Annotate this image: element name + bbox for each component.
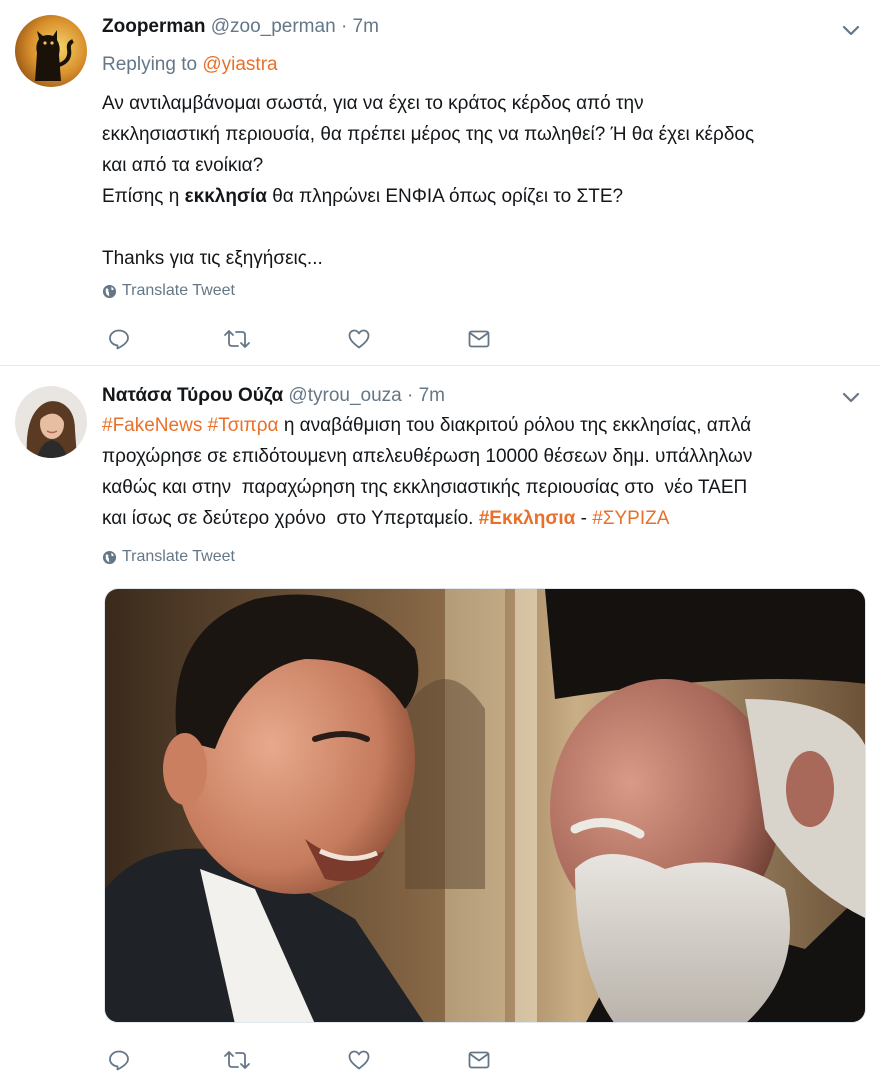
timestamp[interactable]: 7m xyxy=(419,385,445,406)
hashtag-link[interactable]: #ΣΥΡΙΖΑ xyxy=(592,508,669,529)
direct-message-icon xyxy=(468,330,490,348)
author-name[interactable]: Zooperman xyxy=(102,16,205,37)
globe-icon xyxy=(102,284,117,298)
photo-two-men xyxy=(105,589,865,1022)
tweet-header: Zooperman @zoo_perman · 7m xyxy=(102,16,379,38)
tweet-text-line: Αν αντιλαμβάνομαι σωστά, για να έχει το … xyxy=(102,93,644,114)
tweet-photo[interactable] xyxy=(104,588,866,1023)
retweet-button[interactable] xyxy=(223,325,251,353)
replying-to: Replying to @yiastra xyxy=(102,54,278,76)
like-button[interactable] xyxy=(345,325,373,353)
retweet-icon xyxy=(224,1051,250,1069)
tweet-text: Αν αντιλαμβάνομαι σωστά, για να έχει το … xyxy=(102,88,862,274)
tweet-actions xyxy=(105,1046,505,1074)
separator: · xyxy=(407,385,414,406)
hashtag-link[interactable]: #FakeNews xyxy=(102,415,202,436)
tweet-text-line: και από τα ενοίκια? xyxy=(102,155,264,176)
timestamp[interactable]: 7m xyxy=(353,16,379,37)
text-segment: - xyxy=(575,508,593,529)
like-icon xyxy=(348,1050,370,1070)
direct-message-button[interactable] xyxy=(465,1046,493,1074)
author-name[interactable]: Νατάσα Τύρου Ούζα xyxy=(102,385,283,406)
tweet-text-line: καθώς και στην παραχώρηση της εκκλησιαστ… xyxy=(102,477,748,498)
author-handle[interactable]: @tyrou_ouza xyxy=(288,385,401,406)
tweet-text-line: Thanks για τις εξηγήσεις... xyxy=(102,248,323,269)
text-segment: και ίσως σε δεύτερο χρόνο στο Υπερταμείο… xyxy=(102,508,479,529)
translate-label: Translate Tweet xyxy=(122,282,235,299)
avatar-cat-icon xyxy=(15,15,87,87)
replying-prefix: Replying to xyxy=(102,54,198,75)
text-segment: θα πληρώνει ΕΝΦΙΑ όπως ορίζει το ΣΤΕ? xyxy=(266,186,624,207)
hashtag-link[interactable]: #Τσιπρα xyxy=(208,415,279,436)
tweet-text-line: εκκλησιαστική περιουσία, θα πρέπει μέρος… xyxy=(102,124,755,145)
highlighted-keyword: εκκλησία xyxy=(184,186,267,207)
tweet-actions xyxy=(105,325,505,353)
text-segment: η αναβάθμιση του διακριτού ρόλου της εκκ… xyxy=(278,415,752,436)
separator: · xyxy=(340,16,348,37)
tweet-text: #FakeNews #Τσιπρα η αναβάθμιση του διακρ… xyxy=(102,410,862,534)
tweet-text-line: προχώρησε σε επιδότουμενη απελευθέρωση 1… xyxy=(102,446,753,467)
translate-tweet-link[interactable]: Translate Tweet xyxy=(102,548,235,566)
reply-button[interactable] xyxy=(105,325,133,353)
reply-icon xyxy=(109,329,129,350)
tweet-text-line: Επίσης η εκκλησία θα πληρώνει ΕΝΦΙΑ όπως… xyxy=(102,181,862,212)
tweet[interactable]: Zooperman @zoo_perman · 7m Replying to @… xyxy=(0,0,880,366)
chevron-down-icon[interactable] xyxy=(838,18,864,44)
like-button[interactable] xyxy=(345,1046,373,1074)
reply-icon xyxy=(109,1050,129,1071)
retweet-icon xyxy=(224,330,250,348)
author-handle[interactable]: @zoo_perman xyxy=(211,16,336,37)
reply-button[interactable] xyxy=(105,1046,133,1074)
tweet-text-line: και ίσως σε δεύτερο χρόνο στο Υπερταμείο… xyxy=(102,503,862,534)
retweet-button[interactable] xyxy=(223,1046,251,1074)
chevron-down-icon[interactable] xyxy=(838,385,864,411)
mention-link[interactable]: @yiastra xyxy=(202,54,277,75)
avatar[interactable] xyxy=(15,15,87,87)
direct-message-icon xyxy=(468,1051,490,1069)
avatar[interactable] xyxy=(15,386,87,458)
translate-label: Translate Tweet xyxy=(122,548,235,565)
tweet-text-line: #FakeNews #Τσιπρα η αναβάθμιση του διακρ… xyxy=(102,410,862,441)
avatar-portrait-icon xyxy=(15,386,87,458)
translate-tweet-link[interactable]: Translate Tweet xyxy=(102,282,235,300)
tweet[interactable]: Νατάσα Τύρου Ούζα @tyrou_ouza · 7m #Fake… xyxy=(0,366,880,1077)
text-segment: Επίσης η xyxy=(102,186,185,207)
hashtag-link[interactable]: #Εκκλησια xyxy=(479,508,576,529)
globe-icon xyxy=(102,550,117,564)
direct-message-button[interactable] xyxy=(465,325,493,353)
like-icon xyxy=(348,329,370,349)
tweet-header: Νατάσα Τύρου Ούζα @tyrou_ouza · 7m xyxy=(102,385,445,407)
